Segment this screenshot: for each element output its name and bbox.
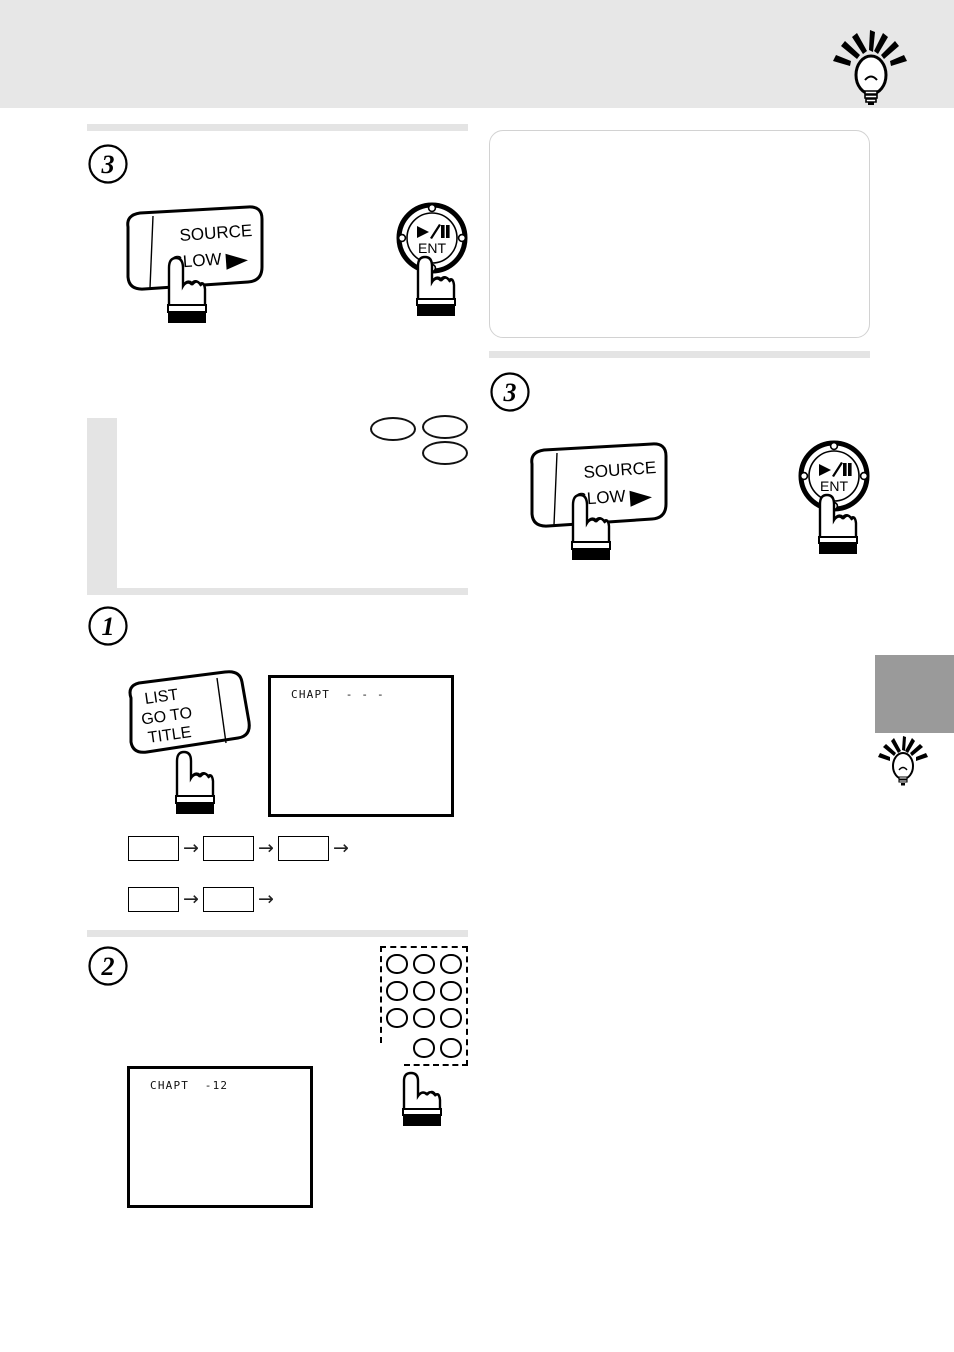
step-number-3: 3	[87, 143, 129, 185]
lightbulb-icon	[824, 28, 920, 106]
flow-box	[128, 887, 179, 912]
step-number-3: 3	[489, 371, 531, 413]
keypad-key[interactable]	[413, 981, 435, 1001]
pointing-hand-icon	[412, 255, 458, 318]
keypad-key[interactable]	[386, 981, 408, 1001]
flow-sequence-row-1: → → →	[128, 836, 353, 861]
svg-text:3: 3	[101, 150, 115, 179]
keypad-key[interactable]	[413, 1038, 435, 1058]
flow-arrow-icon: →	[258, 888, 274, 910]
osd-screen-step1: CHAPT - - -	[268, 675, 454, 817]
flow-arrow-icon: →	[183, 837, 199, 859]
keypad-key[interactable]	[440, 954, 462, 974]
keypad-key[interactable]	[440, 1038, 462, 1058]
keypad-key[interactable]	[386, 954, 408, 974]
flow-box	[128, 836, 179, 861]
svg-text:3: 3	[503, 378, 517, 407]
pointing-hand-icon	[171, 750, 217, 816]
manual-page: 3 SOURCE SLOW ENT 1 LIST GO TO TITLE CHA…	[0, 0, 954, 1352]
pointing-hand-icon	[814, 493, 860, 556]
step-number-1: 1	[87, 605, 129, 647]
svg-text:ENT: ENT	[820, 478, 848, 494]
keypad-key[interactable]	[413, 954, 435, 974]
keypad-key[interactable]	[386, 1008, 408, 1028]
note-accent-bar	[87, 418, 117, 588]
osd-screen-step2: CHAPT -12	[127, 1066, 313, 1208]
ellipse-button-2[interactable]	[422, 415, 468, 439]
flow-box	[203, 887, 254, 912]
keypad-key[interactable]	[440, 981, 462, 1001]
section-rule	[489, 351, 870, 358]
remote-numeric-keypad[interactable]	[378, 944, 473, 1066]
section-rule	[87, 930, 468, 937]
osd-text-step2: CHAPT -12	[150, 1079, 229, 1092]
osd-text-step1: CHAPT - - -	[291, 688, 385, 701]
ellipse-button-1[interactable]	[370, 417, 416, 441]
tip-callout-box	[489, 130, 870, 338]
flow-box	[203, 836, 254, 861]
flow-arrow-icon: →	[333, 837, 349, 859]
page-margin-tab	[875, 655, 954, 733]
flow-sequence-row-2: → →	[128, 887, 278, 912]
svg-text:ENT: ENT	[418, 240, 446, 256]
pointing-hand-icon	[567, 493, 613, 561]
section-rule	[87, 588, 468, 595]
keypad-key[interactable]	[440, 1008, 462, 1028]
lightbulb-icon	[872, 735, 936, 787]
keypad-key[interactable]	[413, 1008, 435, 1028]
step-number-2: 2	[87, 945, 129, 987]
flow-arrow-icon: →	[258, 837, 274, 859]
flow-box	[278, 836, 329, 861]
section-rule	[87, 124, 468, 131]
pointing-hand-icon	[398, 1071, 444, 1128]
ellipse-button-3[interactable]	[422, 441, 468, 465]
svg-text:2: 2	[101, 952, 115, 981]
remote-list-goto-title-button[interactable]: LIST GO TO TITLE	[125, 670, 255, 760]
svg-text:1: 1	[102, 612, 115, 641]
ellipse-button-group	[370, 415, 470, 465]
pointing-hand-icon	[163, 256, 209, 324]
header-band	[0, 0, 954, 108]
flow-arrow-icon: →	[183, 888, 199, 910]
